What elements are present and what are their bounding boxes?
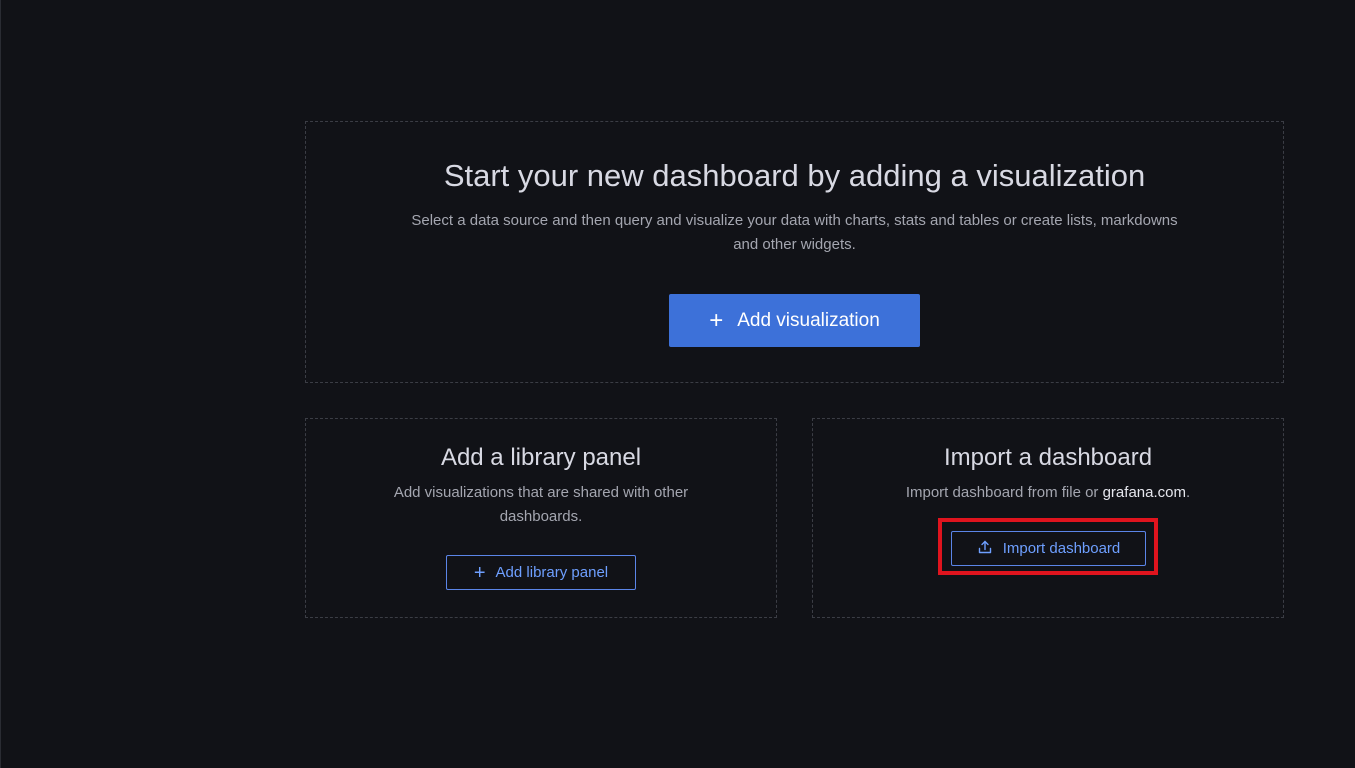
library-description: Add visualizations that are shared with … [393,484,689,525]
import-description: Import dashboard from file or grafana.co… [863,481,1233,505]
import-dashboard-card: Import a dashboard Import dashboard from… [812,418,1284,618]
add-library-panel-label: Add library panel [495,564,609,581]
library-title: Add a library panel [440,444,642,471]
import-description-prefix: Import dashboard from file or [905,484,1103,501]
left-border [0,0,1,768]
upload-icon [977,539,993,559]
add-library-panel-button[interactable]: + Add library panel [446,555,636,590]
add-visualization-label: Add visualization [737,309,880,331]
import-dashboard-label: Import dashboard [1002,540,1121,557]
add-visualization-button[interactable]: + Add visualization [669,294,920,347]
plus-icon: + [473,561,486,584]
import-title: Import a dashboard [943,444,1153,471]
import-dashboard-button[interactable]: Import dashboard [951,531,1146,566]
grafana-link[interactable]: grafana.com [1103,484,1186,501]
library-panel-card: Add a library panel Add visualizations t… [305,418,777,618]
main-title: Start your new dashboard by adding a vis… [443,158,1146,193]
main-description: Select a data source and then query and … [411,212,1178,253]
import-description-suffix: . [1185,484,1191,501]
dashboard-empty-state-page: Start your new dashboard by adding a vis… [0,0,1355,768]
plus-icon: + [709,306,724,334]
add-visualization-panel: Start your new dashboard by adding a vis… [305,121,1284,383]
